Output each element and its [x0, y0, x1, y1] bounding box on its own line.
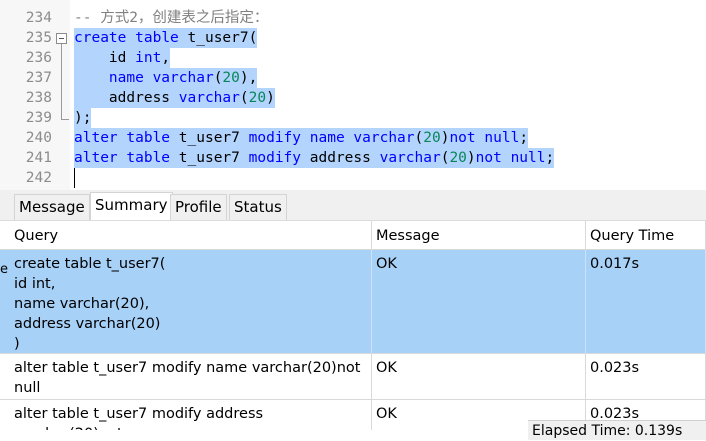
- punctuation: ;: [545, 150, 555, 166]
- editor-line[interactable]: 240 );: [0, 108, 706, 146]
- column-name: address: [108, 90, 171, 106]
- column-name: name: [309, 130, 345, 146]
- editor-line[interactable]: 238 name varchar(20),: [0, 68, 706, 106]
- keyword: not: [475, 150, 502, 166]
- cell-message[interactable]: OK: [372, 250, 586, 353]
- column-name: address: [309, 150, 371, 166]
- cell-query-time[interactable]: 0.017s: [586, 250, 706, 353]
- editor-line[interactable]: 243: [0, 168, 706, 188]
- tab-status[interactable]: Status: [229, 194, 287, 220]
- keyword: alter: [74, 150, 118, 166]
- table-name: t_user7: [178, 130, 240, 146]
- column-header-message[interactable]: Message: [372, 221, 586, 249]
- column-name: id: [108, 50, 127, 66]
- editor-line[interactable]: 234: [0, 0, 706, 26]
- elapsed-time: Elapsed Time: 0.139s: [532, 423, 683, 439]
- fold-collapse-icon[interactable]: [56, 33, 67, 44]
- table-row[interactable]: create table t_user7( id int, name varch…: [0, 250, 706, 354]
- keyword: null: [484, 130, 520, 146]
- result-tabs: Message Summary Profile Status: [0, 190, 706, 221]
- number-literal: 20: [449, 150, 467, 166]
- keyword: modify: [248, 130, 302, 146]
- keyword: table: [135, 30, 179, 46]
- cell-query[interactable]: alter table t_user7 modify name varchar(…: [0, 354, 372, 399]
- column-header-query-time[interactable]: Query Time: [586, 221, 706, 249]
- keyword: null: [510, 150, 546, 166]
- summary-grid: Query Message Query Time create table t_…: [0, 221, 706, 430]
- editor-line[interactable]: 242 alter table t_user7 modify address v…: [0, 148, 706, 186]
- keyword: create: [74, 30, 127, 46]
- tab-profile[interactable]: Profile: [170, 194, 227, 220]
- punctuation: (: [239, 90, 249, 106]
- editor-line[interactable]: 239 address varchar(20): [0, 88, 706, 126]
- grid-header: Query Message Query Time: [0, 221, 706, 250]
- column-header-query[interactable]: Query: [0, 221, 372, 249]
- cell-query-time[interactable]: 0.023s: [586, 354, 706, 399]
- fold-end-marker: [61, 108, 69, 120]
- punctuation: ),: [239, 70, 258, 86]
- clipped-left-text: e: [0, 262, 8, 277]
- punctuation: ,: [161, 50, 171, 66]
- status-bar: Elapsed Time: 0.139s: [528, 420, 706, 440]
- editor-line[interactable]: 235 -- 方式2，创建表之后指定：: [0, 8, 706, 46]
- number-literal: 20: [423, 130, 441, 146]
- editor-line[interactable]: 237 id int,: [0, 48, 706, 86]
- number-literal: 20: [222, 70, 240, 86]
- code-comment: -- 方式2，创建表之后指定：: [74, 10, 269, 26]
- punctuation: ;: [519, 130, 529, 146]
- keyword: table: [126, 150, 171, 166]
- type-keyword: varchar: [178, 90, 240, 106]
- table-name: t_user7: [178, 150, 240, 166]
- number-literal: 20: [248, 90, 267, 106]
- cell-query[interactable]: create table t_user7( id int, name varch…: [0, 250, 372, 353]
- type-keyword: varchar: [379, 150, 441, 166]
- punctuation: ): [266, 90, 275, 106]
- sql-editor[interactable]: 234 235 -- 方式2，创建表之后指定： 236 create table…: [0, 0, 706, 190]
- keyword: table: [126, 130, 171, 146]
- tab-message[interactable]: Message: [14, 194, 90, 220]
- table-name: t_user7(: [187, 30, 258, 46]
- type-keyword: varchar: [353, 130, 415, 146]
- cell-query[interactable]: alter table t_user7 modify address varch…: [0, 400, 372, 430]
- cell-message[interactable]: OK: [372, 354, 586, 399]
- tab-summary[interactable]: Summary: [90, 192, 173, 220]
- type-keyword: int: [135, 50, 162, 66]
- type-keyword: varchar: [152, 70, 214, 86]
- keyword: modify: [248, 150, 302, 166]
- editor-line[interactable]: 236 create table t_user7(: [0, 28, 706, 66]
- editor-line[interactable]: 241 alter table t_user7 modify name varc…: [0, 128, 706, 166]
- code-text: );: [74, 108, 92, 128]
- punctuation: ): [466, 150, 476, 166]
- text-cursor: [74, 168, 75, 188]
- column-name: name: [108, 70, 144, 86]
- keyword: not: [449, 130, 476, 146]
- keyword: alter: [74, 130, 118, 146]
- table-row[interactable]: alter table t_user7 modify name varchar(…: [0, 354, 706, 400]
